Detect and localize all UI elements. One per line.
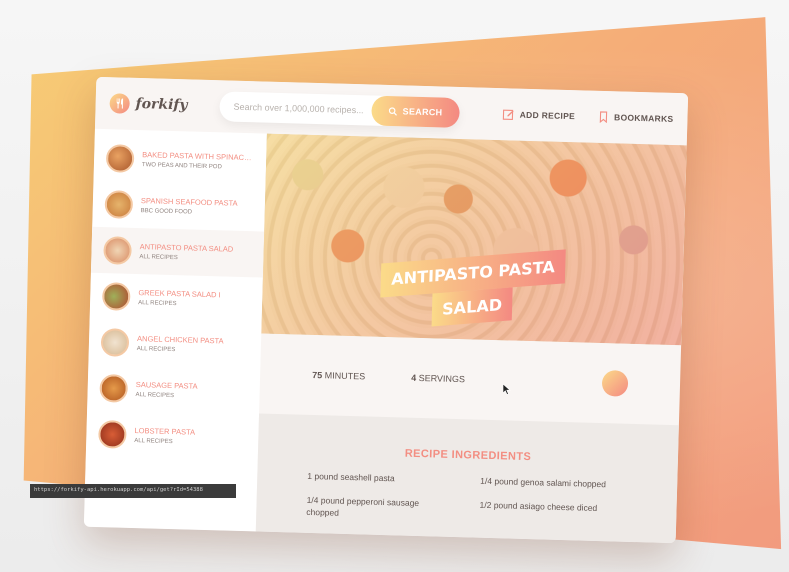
search-form: SEARCH: [219, 91, 460, 128]
fork-knife-icon: [109, 93, 130, 114]
result-item[interactable]: LOBSTER PASTA ALL RECIPES: [86, 411, 259, 462]
bookmarks-label: BOOKMARKS: [613, 112, 674, 124]
result-thumbnail: [100, 328, 130, 357]
recipe-panel: ANTIPASTO PASTA SALAD 75 MINUTES 4 SERVI…: [255, 133, 687, 544]
result-thumbnail: [98, 420, 127, 449]
result-item[interactable]: ANGEL CHICKEN PASTA ALL RECIPES: [88, 319, 261, 370]
recipe-title-line2: SALAD: [431, 286, 513, 327]
result-name: BAKED PASTA WITH SPINACH AN...: [142, 150, 255, 163]
minutes-value: 75: [312, 369, 323, 381]
search-results: BAKED PASTA WITH SPINACH AN... TWO PEAS A…: [83, 128, 267, 532]
search-button-label: SEARCH: [402, 106, 443, 118]
recipe-details: 75 MINUTES 4 SERVINGS: [259, 334, 681, 426]
add-recipe-button[interactable]: ADD RECIPE: [502, 108, 576, 122]
result-publisher: ALL RECIPES: [135, 392, 175, 400]
nav: ADD RECIPE BOOKMARKS: [502, 108, 674, 125]
minutes-label: MINUTES: [324, 370, 366, 382]
ingredients-section: RECIPE INGREDIENTS 1 pound seashell past…: [255, 413, 679, 544]
ingredient-item: 1/4 pound pepperoni sausage chopped: [306, 494, 420, 518]
bookmark-recipe-button[interactable]: [601, 370, 629, 397]
search-button[interactable]: SEARCH: [371, 95, 460, 128]
result-name: GREEK PASTA SALAD I: [138, 288, 221, 300]
result-publisher: ALL RECIPES: [139, 254, 178, 262]
bookmark-icon: [599, 111, 607, 124]
result-thumbnail: [99, 374, 129, 403]
servings-label: SERVINGS: [418, 372, 466, 385]
app-window: forkify SEARCH ADD RECIPE BOOKMARKS B: [83, 76, 689, 544]
result-item[interactable]: BAKED PASTA WITH SPINACH AN... TWO PEAS A…: [93, 135, 266, 186]
recipe-servings: 4 SERVINGS: [411, 373, 465, 385]
result-item[interactable]: SAUSAGE PASTA ALL RECIPES: [87, 365, 260, 416]
ingredient-item: 1 pound seashell pasta: [307, 470, 395, 484]
browser-status-bar: https://forkify-api.herokuapp.com/api/ge…: [30, 484, 236, 498]
result-publisher: TWO PEAS AND THEIR POD: [141, 162, 222, 171]
ingredient-list: 1 pound seashell pasta 1/4 pound genoa s…: [306, 471, 627, 528]
main-content: BAKED PASTA WITH SPINACH AN... TWO PEAS A…: [83, 128, 687, 544]
result-publisher: BBC GOOD FOOD: [140, 208, 193, 216]
result-item[interactable]: SPANISH SEAFOOD PASTA BBC GOOD FOOD: [92, 181, 265, 232]
result-name: LOBSTER PASTA: [134, 426, 196, 437]
mouse-cursor-icon: [503, 384, 511, 395]
search-icon: [388, 106, 398, 116]
search-input[interactable]: [233, 101, 372, 116]
result-name: ANTIPASTO PASTA SALAD: [139, 242, 234, 254]
result-item-active[interactable]: ANTIPASTO PASTA SALAD ALL RECIPES: [90, 226, 265, 278]
logo[interactable]: forkify: [109, 93, 220, 116]
result-thumbnail: [101, 282, 131, 311]
result-publisher: ALL RECIPES: [136, 346, 176, 354]
edit-icon: [502, 109, 514, 121]
recipe-minutes: 75 MINUTES: [312, 370, 365, 381]
ingredient-item: 1/4 pound genoa salami chopped: [480, 475, 607, 490]
result-item[interactable]: GREEK PASTA SALAD I ALL RECIPES: [90, 273, 263, 324]
servings-value: 4: [411, 372, 417, 383]
bookmarks-button[interactable]: BOOKMARKS: [597, 111, 674, 125]
ingredient-item: 1/2 pound asiago cheese diced: [479, 499, 598, 513]
result-thumbnail: [105, 144, 135, 173]
add-recipe-label: ADD RECIPE: [519, 109, 576, 122]
recipe-figure: ANTIPASTO PASTA SALAD: [261, 133, 687, 346]
result-publisher: ALL RECIPES: [134, 438, 173, 446]
result-thumbnail: [104, 190, 134, 219]
result-name: SPANISH SEAFOOD PASTA: [140, 196, 238, 208]
result-publisher: ALL RECIPES: [138, 300, 177, 308]
result-name: ANGEL CHICKEN PASTA: [136, 334, 224, 346]
ingredients-heading: RECIPE INGREDIENTS: [404, 447, 532, 464]
result-name: SAUSAGE PASTA: [135, 380, 198, 391]
result-thumbnail: [103, 236, 132, 265]
logo-text: forkify: [135, 95, 188, 114]
